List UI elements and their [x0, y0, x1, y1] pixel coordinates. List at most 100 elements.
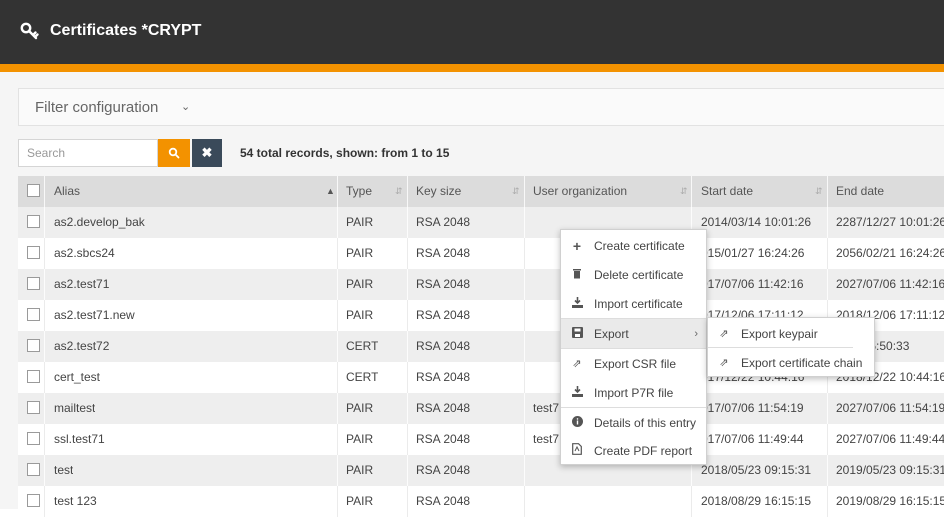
menu-item-label: Import P7R file — [594, 385, 674, 400]
cell-start-date: 2018/08/29 16:15:15 — [701, 494, 812, 508]
external-link-icon: ⇗ — [572, 358, 582, 370]
cell-key-size: RSA 2048 — [416, 246, 471, 260]
menu-item-label: Details of this entry — [594, 415, 697, 430]
row-checkbox[interactable] — [27, 494, 40, 507]
menu-item-create-pdf-report[interactable]: Create PDF report — [561, 436, 706, 465]
save-icon — [571, 326, 583, 341]
column-header-type[interactable]: Type — [346, 176, 372, 207]
menu-item-details-of-this-entry[interactable]: Details of this entry — [561, 408, 706, 437]
menu-item-label: Export CSR file — [594, 356, 677, 371]
menu-item-label: Create certificate — [594, 238, 685, 253]
cell-type: PAIR — [346, 308, 374, 322]
row-checkbox[interactable] — [27, 308, 40, 321]
cell-alias: test — [54, 463, 74, 477]
import-icon — [571, 385, 583, 400]
table-header-row: Alias ▲ Type ⇵ Key size ⇵ User organizat… — [18, 176, 944, 207]
app-header: Certificates *CRYPT — [0, 0, 944, 64]
row-checkbox[interactable] — [27, 463, 40, 476]
row-checkbox[interactable] — [27, 246, 40, 259]
cell-type: CERT — [346, 339, 379, 353]
column-header-alias[interactable]: Alias — [54, 176, 80, 207]
table-row[interactable]: mailtest PAIR RSA 2048 test7 017/07/06 11:54… — [18, 393, 944, 424]
cell-end-date: 2027/07/06 11:54:19 — [836, 401, 944, 415]
search-input[interactable] — [18, 139, 158, 167]
filter-configuration-panel[interactable]: Filter configuration ⌄ — [18, 88, 944, 126]
select-all-checkbox[interactable] — [27, 184, 40, 197]
cell-end-date: 2019/05/23 09:15:31 — [836, 463, 944, 477]
cell-key-size: RSA 2048 — [416, 277, 471, 291]
row-checkbox[interactable] — [27, 370, 40, 383]
menu-item-import-certificate[interactable]: Import certificate — [561, 289, 706, 318]
cell-key-size: RSA 2048 — [416, 494, 471, 508]
cell-alias: as2.test72 — [54, 339, 110, 353]
row-checkbox[interactable] — [27, 277, 40, 290]
sort-asc-icon[interactable]: ▲ — [326, 176, 335, 207]
sort-icon[interactable]: ⇵ — [512, 176, 520, 207]
key-icon — [20, 22, 39, 40]
table-row[interactable]: test 123 PAIR RSA 2048 2018/08/29 16:15:15 2… — [18, 486, 944, 517]
cell-alias: mailtest — [54, 401, 96, 415]
cell-key-size: RSA 2048 — [416, 432, 471, 446]
external-link-icon: ⇗ — [719, 357, 729, 369]
column-header-key-size[interactable]: Key size — [416, 176, 461, 207]
menu-item-import-p7r-file[interactable]: Import P7R file — [561, 378, 706, 407]
cell-type: PAIR — [346, 246, 374, 260]
cell-end-date: 2287/12/27 10:01:26 — [836, 215, 944, 229]
cell-start-date: 017/07/06 11:54:19 — [701, 401, 804, 415]
table-row[interactable]: as2.sbcs24 PAIR RSA 2048 015/01/27 16:24:26… — [18, 238, 944, 269]
sort-icon[interactable]: ⇵ — [395, 176, 403, 207]
cell-end-date: 2056/02/21 16:24:26 — [836, 246, 944, 260]
column-header-user-organization[interactable]: User organization — [533, 176, 627, 207]
column-header-start-date[interactable]: Start date — [701, 176, 753, 207]
table-row[interactable]: as2.test71 PAIR RSA 2048 017/07/06 11:42:16… — [18, 269, 944, 300]
row-checkbox[interactable] — [27, 401, 40, 414]
search-icon — [168, 147, 180, 159]
cell-alias: ssl.test71 — [54, 432, 105, 446]
cell-start-date: 015/01/27 16:24:26 — [701, 246, 805, 260]
menu-item-create-certificate[interactable]: + Create certificate — [561, 231, 706, 260]
accent-bar — [0, 64, 944, 72]
export-submenu: ⇗ Export keypair ⇗ Export certificate ch… — [707, 317, 875, 377]
pdf-icon — [571, 443, 583, 458]
chevron-right-icon: › — [694, 327, 698, 340]
trash-icon — [571, 268, 583, 282]
external-link-icon: ⇗ — [719, 328, 729, 340]
cell-user-organization: test7 — [533, 432, 560, 446]
cell-end-date: 2027/07/06 11:49:44 — [836, 432, 944, 446]
cell-user-organization: test7 — [533, 401, 560, 415]
cell-type: PAIR — [346, 215, 374, 229]
sort-icon[interactable]: ⇵ — [680, 176, 688, 207]
cell-key-size: RSA 2048 — [416, 463, 471, 477]
menu-item-export-keypair[interactable]: ⇗ Export keypair — [708, 319, 874, 348]
cell-start-date: 017/07/06 11:49:44 — [701, 432, 804, 446]
row-checkbox[interactable] — [27, 215, 40, 228]
cell-start-date: 2018/05/23 09:15:31 — [701, 463, 812, 477]
menu-item-export-csr-file[interactable]: ⇗ Export CSR file — [561, 349, 706, 378]
page-title: Certificates *CRYPT — [50, 22, 202, 39]
close-icon: ✖ — [201, 145, 213, 160]
cell-alias: as2.test71 — [54, 277, 110, 291]
sort-icon[interactable]: ⇵ — [815, 176, 823, 207]
menu-item-label: Create PDF report — [594, 443, 693, 458]
menu-item-export-certificate-chain[interactable]: ⇗ Export certificate chain — [708, 348, 874, 377]
filter-configuration-label: Filter configuration — [35, 99, 159, 116]
menu-item-label: Export certificate chain — [741, 355, 863, 370]
search-button[interactable] — [158, 139, 190, 167]
cell-type: PAIR — [346, 401, 374, 415]
row-checkbox[interactable] — [27, 339, 40, 352]
cell-type: PAIR — [346, 463, 374, 477]
cell-type: PAIR — [346, 494, 374, 508]
chevron-down-icon: ⌄ — [181, 101, 191, 113]
row-checkbox[interactable] — [27, 432, 40, 445]
table-row[interactable]: ssl.test71 PAIR RSA 2048 test7 017/07/06 11:… — [18, 424, 944, 455]
menu-item-export[interactable]: Export › — [561, 319, 706, 348]
cell-end-date: 2019/08/29 16:15:15 — [836, 494, 944, 508]
cell-type: PAIR — [346, 277, 374, 291]
table-row[interactable]: test PAIR RSA 2048 2018/05/23 09:15:31 2019/… — [18, 455, 944, 486]
table-row[interactable]: as2.develop_bak PAIR RSA 2048 2014/03/14 10… — [18, 207, 944, 238]
cell-alias: as2.develop_bak — [54, 215, 145, 229]
menu-item-label: Import certificate — [594, 296, 683, 311]
column-header-end-date[interactable]: End date — [836, 176, 884, 207]
clear-search-button[interactable]: ✖ — [192, 139, 222, 167]
menu-item-delete-certificate[interactable]: Delete certificate — [561, 260, 706, 289]
